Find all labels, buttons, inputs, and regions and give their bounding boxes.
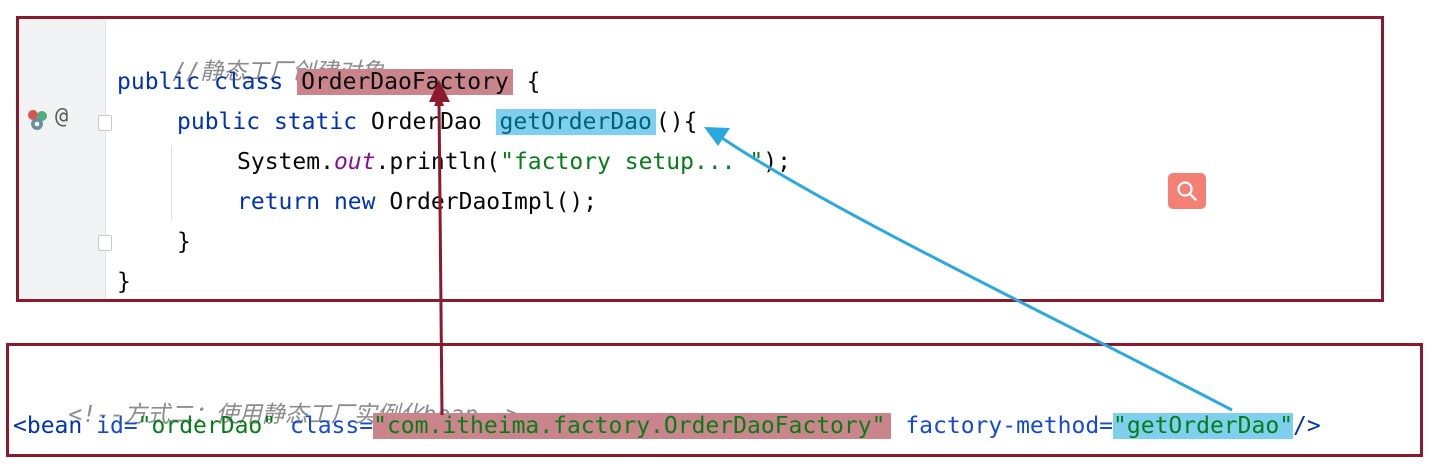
red-arrow (439, 100, 442, 416)
red-arrowhead (429, 80, 450, 102)
blue-arrow (721, 136, 1233, 412)
annotation-arrows (429, 80, 1233, 416)
blue-arrowhead (704, 127, 730, 146)
